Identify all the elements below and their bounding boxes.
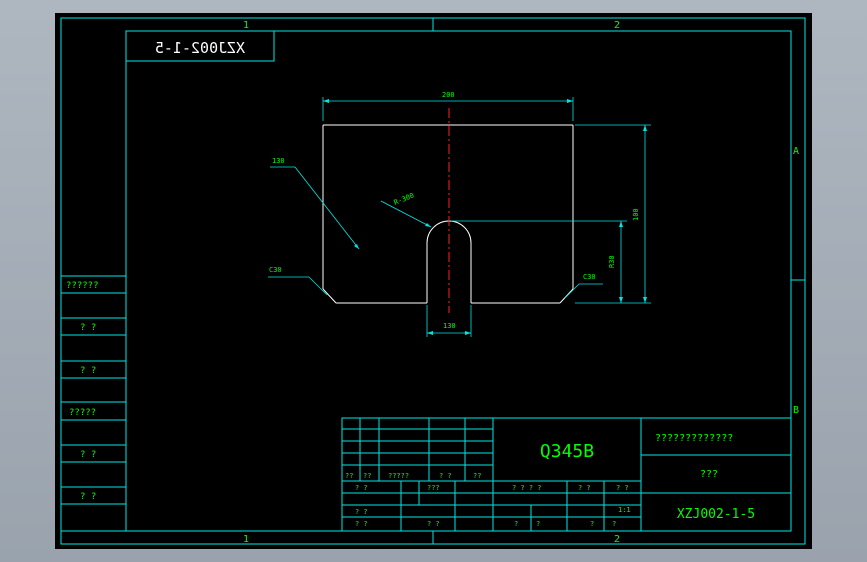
cad-viewport[interactable]: 1 2 1 2 A B XZJ002-1-5 ?????? ? ? ? ? ??… xyxy=(55,13,812,549)
tb-cell-r4d: ? xyxy=(536,520,540,528)
side-label-1: ?????? xyxy=(66,281,99,291)
dim-slot-width-label: 130 xyxy=(443,322,456,330)
dim-chamfer-right-label: C30 xyxy=(583,273,596,281)
dimension-height-slot xyxy=(451,220,627,303)
zone-bottom-1: 1 xyxy=(243,534,249,545)
zone-side-a: A xyxy=(793,146,799,157)
part-outline xyxy=(322,124,574,304)
tb-cell-r2c: ? ? ? ? xyxy=(512,484,542,492)
title-drawing-number: XZJ002-1-5 xyxy=(677,507,755,522)
side-label-3: ? ? xyxy=(80,366,96,376)
zone-top-1: 1 xyxy=(243,20,249,31)
dim-leader-label: 130 xyxy=(272,157,285,165)
tb-cell-r2b: ??? xyxy=(427,484,440,492)
leader-top-left xyxy=(270,166,360,250)
mirrored-code: XZJ002-1-5 xyxy=(155,39,245,57)
dim-height-slot-label: R30 xyxy=(608,255,616,268)
tb-cell-r4e: ? xyxy=(590,520,594,528)
tb-cell-r4f: ? xyxy=(612,520,616,528)
side-label-2: ? ? xyxy=(80,323,96,333)
side-label-5: ? ? xyxy=(80,450,96,460)
inner-frame xyxy=(125,30,792,532)
leader-chamfer-left xyxy=(268,276,328,296)
title-material: Q345B xyxy=(540,441,594,462)
title-part-name: ??? xyxy=(700,469,718,480)
title-company: ????????????? xyxy=(655,433,733,444)
tb-cell-r1-1: ?? xyxy=(345,472,353,480)
dim-width-label: 200 xyxy=(442,91,455,99)
zone-top-2: 2 xyxy=(614,20,620,31)
tb-cell-r3a: ? ? xyxy=(355,508,368,516)
zone-bottom-2: 2 xyxy=(614,534,620,545)
dim-chamfer-left-label: C30 xyxy=(269,266,282,274)
side-label-4: ????? xyxy=(69,408,96,418)
leader-radius xyxy=(380,200,432,228)
side-label-6: ? ? xyxy=(80,492,96,502)
tb-cell-r1-5: ?? xyxy=(473,472,481,480)
tb-cell-r1-4: ? ? xyxy=(439,472,452,480)
dim-height-total-label: 100 xyxy=(632,208,640,221)
title-scale: 1:1 xyxy=(618,506,631,514)
tb-cell-r1-3: ????? xyxy=(388,472,409,480)
dimension-width xyxy=(322,97,574,121)
dim-radius-label: R-300 xyxy=(393,192,416,207)
drawing-canvas: 1 2 1 2 A B XZJ002-1-5 ?????? ? ? ? ? ??… xyxy=(60,17,806,545)
zone-side-b: B xyxy=(793,405,799,416)
tb-cell-r4c: ? xyxy=(514,520,518,528)
tb-cell-r1-2: ?? xyxy=(363,472,371,480)
tb-cell-r4a: ? ? xyxy=(355,520,368,528)
tb-cell-r2d: ? ? xyxy=(578,484,591,492)
tb-cell-r2a: ? ? xyxy=(355,484,368,492)
tb-cell-r4b: ? ? xyxy=(427,520,440,528)
tb-cell-r2e: ? ? xyxy=(616,484,629,492)
